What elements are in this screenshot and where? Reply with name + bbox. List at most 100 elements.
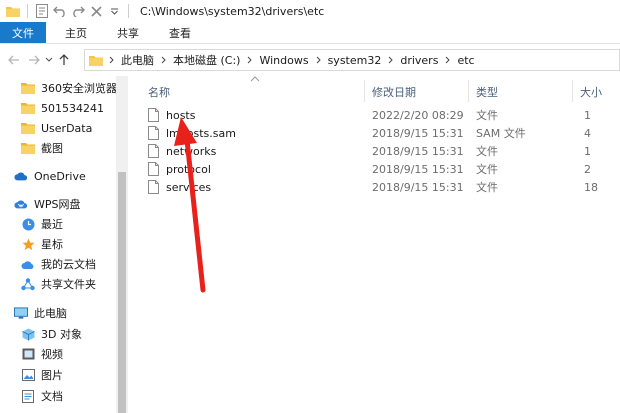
nav-item-label: OneDrive bbox=[34, 169, 86, 183]
nav-item-onedrive[interactable]: OneDrive bbox=[14, 166, 86, 186]
nav-item-my-cloud-docs[interactable]: 我的云文档 bbox=[21, 254, 96, 274]
nav-item-label: WPS网盘 bbox=[34, 198, 81, 211]
address-bar[interactable]: 此电脑 本地磁盘 (C:) Windows system32 drivers e… bbox=[84, 49, 620, 71]
folder-icon bbox=[4, 2, 22, 20]
folder-icon bbox=[21, 81, 35, 95]
file-icon bbox=[148, 162, 159, 176]
nav-item-360-browser[interactable]: 360安全浏览器下 bbox=[21, 78, 116, 98]
tab-file[interactable]: 文件 bbox=[0, 22, 46, 43]
breadcrumb-drivers[interactable]: drivers bbox=[400, 54, 438, 67]
nav-item-wps-cloud[interactable]: WPS网盘 bbox=[14, 194, 81, 214]
file-date: 2018/9/15 15:31 bbox=[372, 162, 464, 176]
chevron-down-icon bbox=[45, 57, 53, 62]
shared-folder-icon bbox=[21, 277, 35, 291]
chevron-right-icon bbox=[109, 56, 114, 64]
file-name-cell: networks bbox=[148, 142, 216, 160]
nav-item-label: 共享文件夹 bbox=[41, 278, 96, 291]
nav-item-pictures[interactable]: 图片 bbox=[21, 365, 63, 385]
column-header-size[interactable]: 大小 bbox=[580, 82, 602, 102]
up-button[interactable] bbox=[54, 50, 74, 70]
file-row-hosts[interactable]: hosts 2022/2/20 08:29 文件 1 bbox=[140, 106, 620, 124]
close-x-icon bbox=[90, 5, 102, 17]
redo-button[interactable] bbox=[69, 2, 87, 20]
nav-item-label: 360安全浏览器下 bbox=[41, 82, 116, 95]
tab-home[interactable]: 主页 bbox=[53, 22, 99, 43]
window-title: C:\Windows\system32\drivers\etc bbox=[140, 4, 325, 18]
forward-button[interactable] bbox=[24, 50, 44, 70]
ribbon-tabs: 文件 主页 共享 查看 bbox=[0, 22, 620, 44]
nav-item-label: 3D 对象 bbox=[41, 328, 82, 341]
arrow-left-icon bbox=[8, 55, 19, 65]
file-name-cell: protocol bbox=[148, 160, 211, 178]
column-header-type[interactable]: 类型 bbox=[476, 82, 498, 102]
3d-objects-icon bbox=[21, 327, 35, 341]
nav-item-recent[interactable]: 最近 bbox=[21, 214, 63, 234]
chevron-right-icon bbox=[388, 56, 394, 64]
nav-item-documents[interactable]: 文档 bbox=[21, 386, 63, 406]
column-divider[interactable] bbox=[364, 80, 365, 102]
nav-item-label: 文档 bbox=[41, 390, 63, 403]
file-type: 文件 bbox=[476, 109, 498, 122]
file-explorer-window: C:\Windows\system32\drivers\etc 文件 主页 共享… bbox=[0, 0, 620, 413]
back-button[interactable] bbox=[4, 50, 24, 70]
delete-button[interactable] bbox=[87, 2, 105, 20]
nav-item-userdata[interactable]: UserData bbox=[21, 118, 92, 138]
folder-icon bbox=[21, 141, 35, 155]
undo-button[interactable] bbox=[51, 2, 69, 20]
column-divider[interactable] bbox=[468, 80, 469, 102]
file-row-networks[interactable]: networks 2018/9/15 15:31 文件 1 bbox=[140, 142, 620, 160]
file-name: lmhosts.sam bbox=[166, 126, 236, 140]
folder-icon bbox=[21, 101, 35, 115]
video-icon bbox=[21, 347, 35, 361]
breadcrumb-local-disk[interactable]: 本地磁盘 (C:) bbox=[173, 52, 240, 68]
nav-item-this-pc[interactable]: 此电脑 bbox=[14, 303, 67, 323]
arrow-up-icon bbox=[59, 54, 69, 65]
arrow-right-icon bbox=[29, 55, 40, 65]
address-row: 此电脑 本地磁盘 (C:) Windows system32 drivers e… bbox=[0, 44, 620, 76]
cloud-doc-icon bbox=[21, 257, 35, 271]
recent-locations-button[interactable] bbox=[44, 50, 54, 70]
breadcrumb-this-pc[interactable]: 此电脑 bbox=[121, 52, 154, 68]
nav-pane-scrollbar[interactable] bbox=[116, 76, 128, 413]
nav-item-501534241[interactable]: 501534241 bbox=[21, 98, 104, 118]
file-name: hosts bbox=[166, 108, 196, 122]
file-row-services[interactable]: services 2018/9/15 15:31 文件 18 bbox=[140, 178, 620, 196]
chevron-right-icon bbox=[247, 56, 253, 64]
customize-toolbar-button[interactable] bbox=[105, 2, 123, 20]
file-name-cell: lmhosts.sam bbox=[148, 124, 236, 142]
breadcrumb-system32[interactable]: system32 bbox=[328, 54, 382, 67]
column-header-date[interactable]: 修改日期 bbox=[372, 82, 416, 102]
file-icon bbox=[148, 180, 159, 194]
chevron-right-icon bbox=[161, 56, 166, 64]
tab-view[interactable]: 查看 bbox=[157, 22, 203, 43]
navigation-pane: 360安全浏览器下 501534241 UserData 截图 OneDrive… bbox=[0, 76, 116, 413]
file-type: 文件 bbox=[476, 181, 498, 194]
column-divider[interactable] bbox=[572, 80, 573, 102]
file-icon bbox=[148, 144, 159, 158]
nav-item-label: 星标 bbox=[41, 238, 63, 251]
nav-item-starred[interactable]: 星标 bbox=[21, 234, 63, 254]
folder-icon bbox=[21, 121, 35, 135]
file-date: 2018/9/15 15:31 bbox=[372, 180, 464, 194]
file-row-protocol[interactable]: protocol 2018/9/15 15:31 文件 2 bbox=[140, 160, 620, 178]
tab-share[interactable]: 共享 bbox=[105, 22, 151, 43]
breadcrumb-windows[interactable]: Windows bbox=[259, 54, 308, 67]
file-name-cell: services bbox=[148, 178, 211, 196]
nav-item-screenshots[interactable]: 截图 bbox=[21, 138, 63, 158]
column-header-name[interactable]: 名称 bbox=[148, 82, 170, 102]
scrollbar-thumb[interactable] bbox=[118, 172, 126, 413]
file-type: SAM 文件 bbox=[476, 127, 526, 140]
star-icon bbox=[21, 237, 35, 251]
toolbar-divider bbox=[128, 4, 129, 18]
chevron-right-icon bbox=[316, 56, 321, 64]
nav-item-shared-folder[interactable]: 共享文件夹 bbox=[21, 274, 96, 294]
nav-item-label: 视频 bbox=[41, 348, 63, 361]
nav-item-3d-objects[interactable]: 3D 对象 bbox=[21, 324, 82, 344]
nav-item-videos[interactable]: 视频 bbox=[21, 344, 63, 364]
nav-item-label: 图片 bbox=[41, 369, 63, 382]
properties-button[interactable] bbox=[33, 2, 51, 20]
toolbar-divider bbox=[27, 4, 28, 18]
file-row-lmhosts[interactable]: lmhosts.sam 2018/9/15 15:31 SAM 文件 4 bbox=[140, 124, 620, 142]
breadcrumb-etc[interactable]: etc bbox=[457, 54, 474, 67]
file-size: 18 bbox=[584, 180, 598, 194]
